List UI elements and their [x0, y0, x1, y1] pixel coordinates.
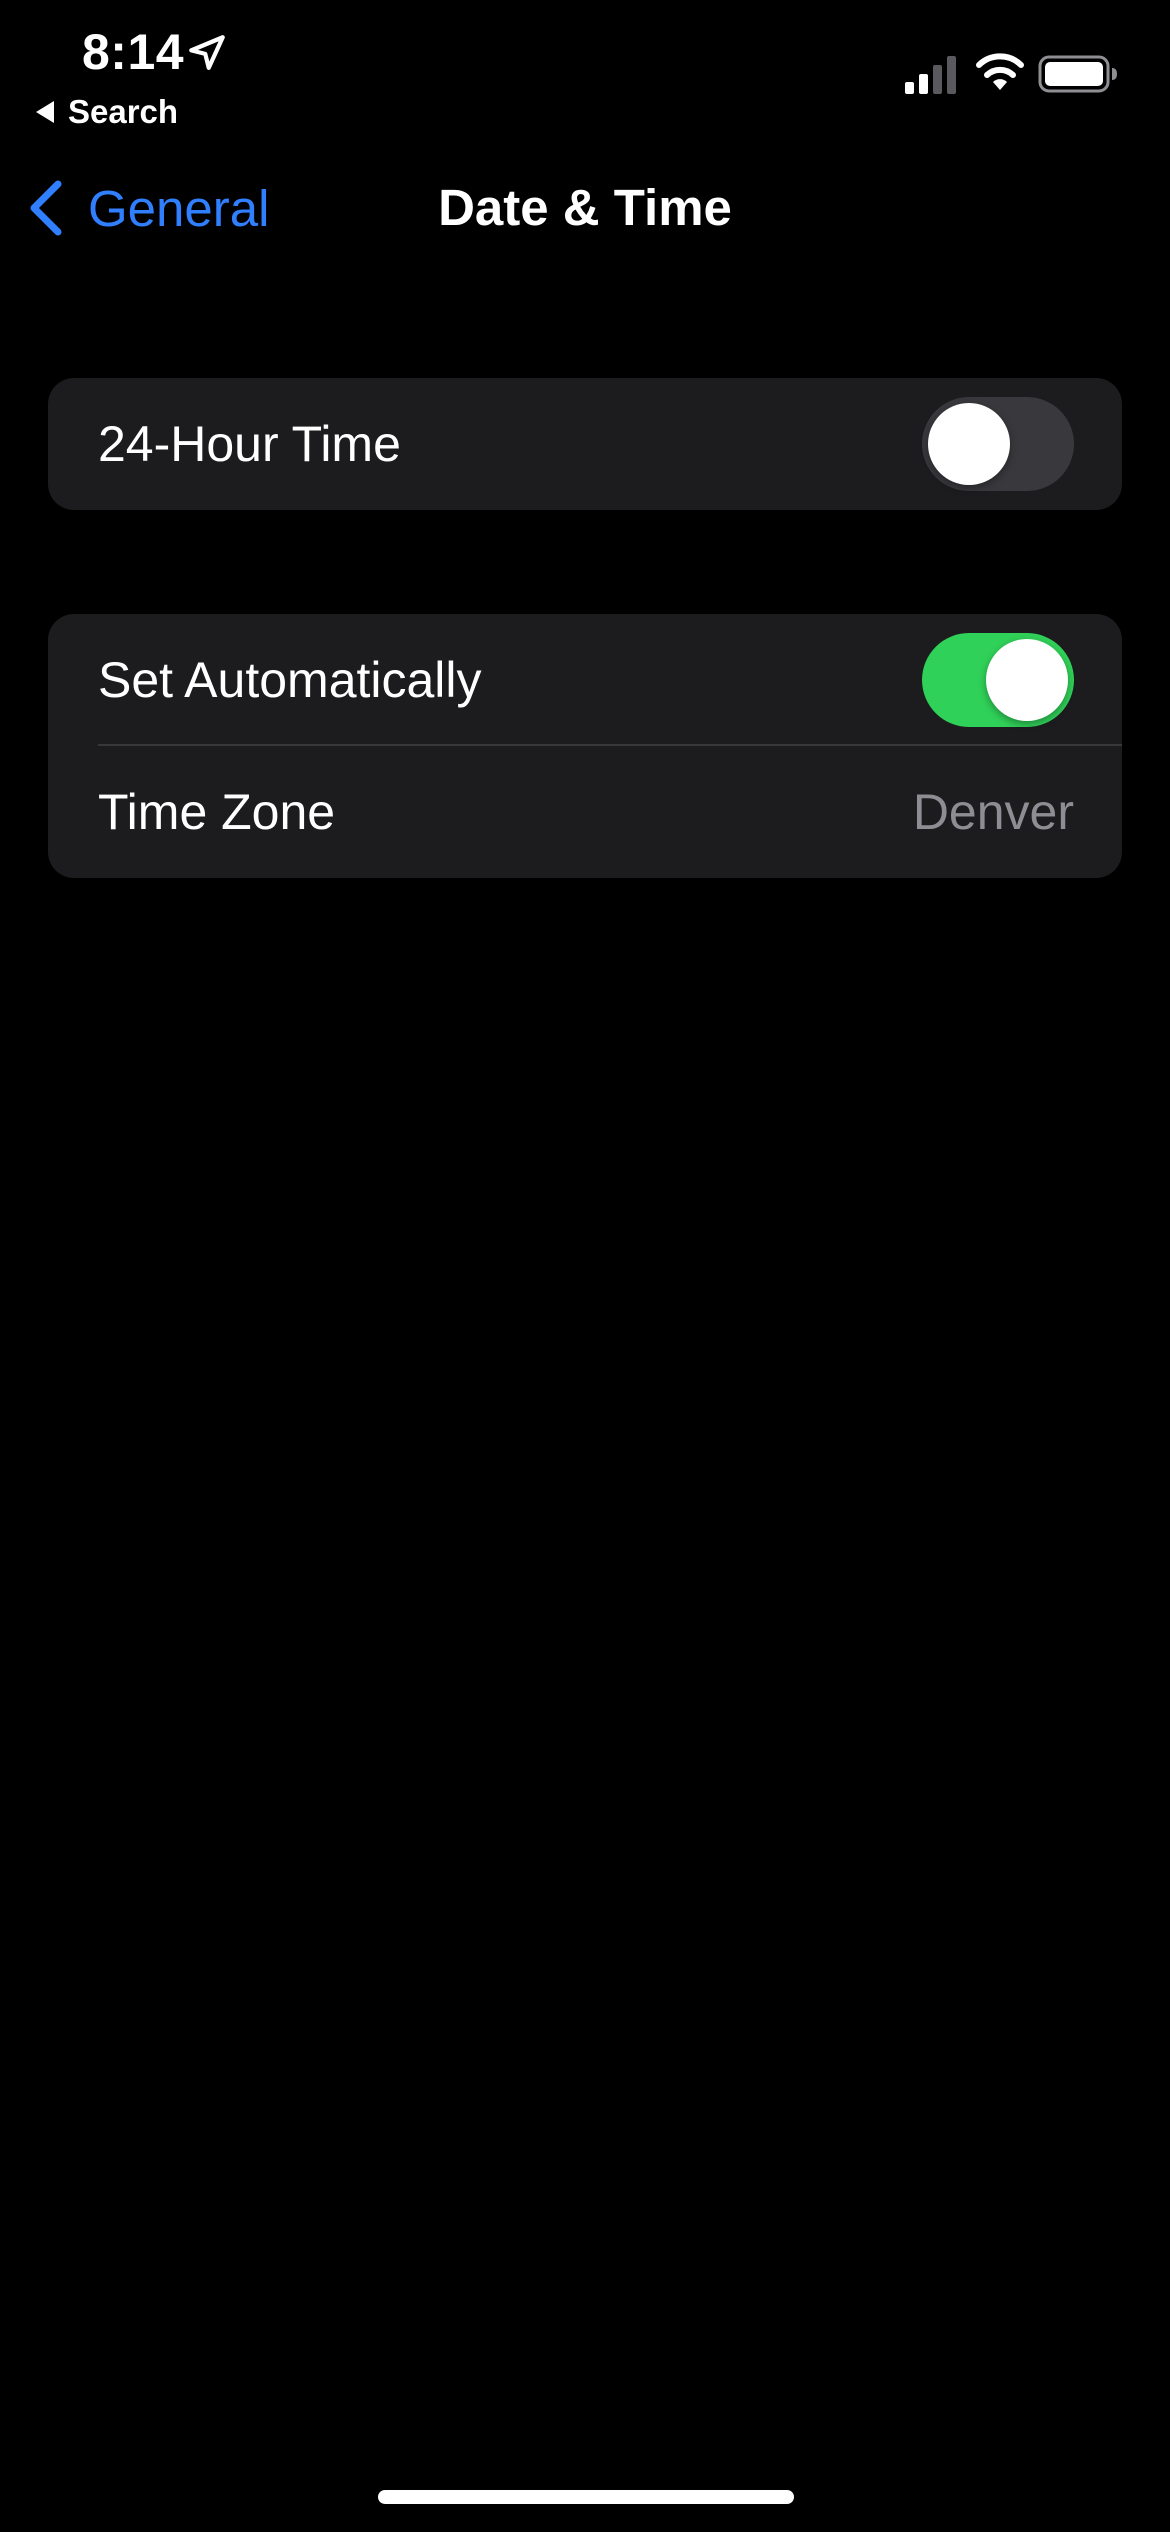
toggle-knob [986, 639, 1068, 721]
hour24-label: 24-Hour Time [98, 416, 401, 472]
set-automatically-label: Set Automatically [98, 652, 482, 708]
cellular-signal-icon [905, 56, 956, 94]
wifi-icon [976, 53, 1024, 90]
status-time: 8:14 [82, 24, 185, 80]
battery-icon [1038, 55, 1117, 93]
set-automatically-toggle[interactable] [922, 633, 1074, 727]
location-arrow-icon [189, 35, 225, 70]
hour24-toggle[interactable] [922, 397, 1074, 491]
settings-group-automatic: Set Automatically Time Zone Denver [48, 614, 1122, 878]
time-zone-row[interactable]: Time Zone Denver [48, 746, 1122, 878]
time-zone-label: Time Zone [98, 784, 336, 840]
settings-group-time-format: 24-Hour Time [48, 378, 1122, 510]
page-title: Date & Time [438, 179, 732, 236]
toggle-knob [928, 403, 1010, 485]
time-zone-value: Denver [912, 784, 1074, 840]
hour24-row: 24-Hour Time [48, 378, 1122, 510]
back-triangle-icon [36, 101, 54, 123]
back-to-app-button[interactable]: Search [36, 90, 178, 134]
set-automatically-row: Set Automatically [48, 614, 1122, 746]
back-app-label: Search [68, 93, 179, 130]
home-indicator[interactable] [378, 2490, 794, 2504]
